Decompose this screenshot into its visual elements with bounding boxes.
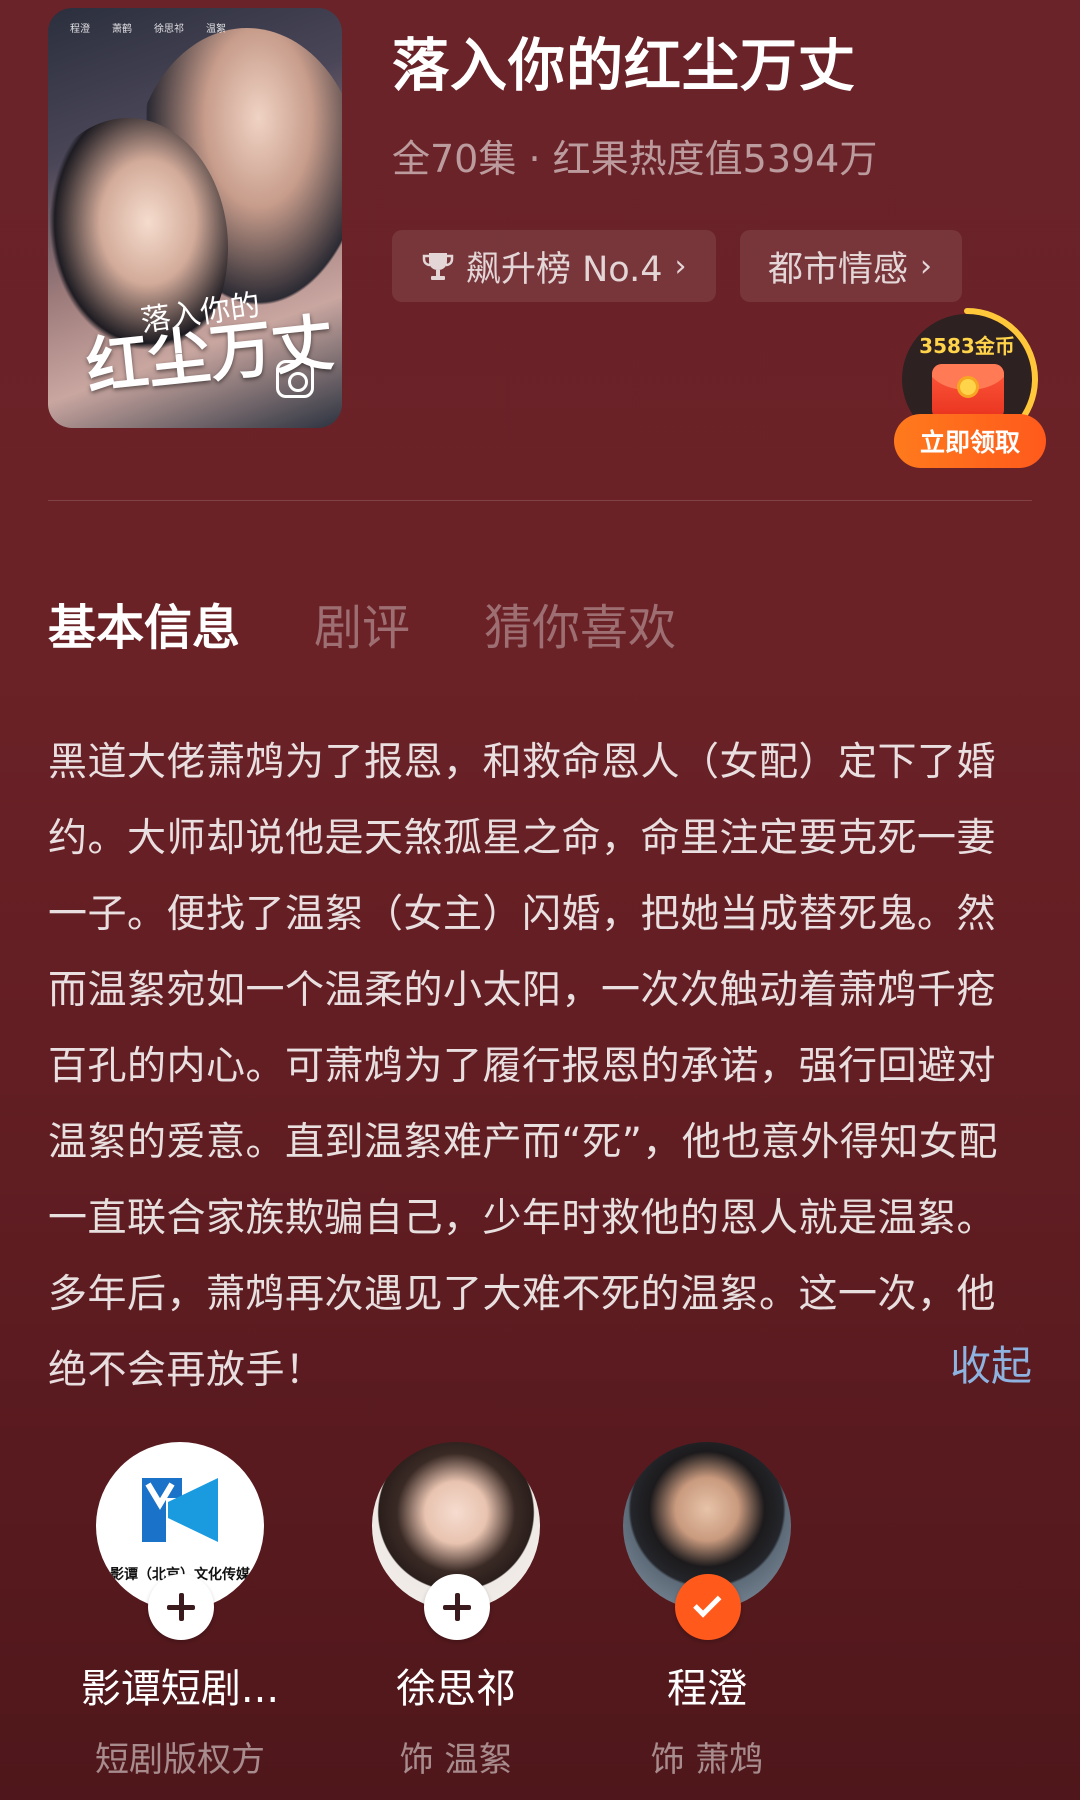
tab-basic-info[interactable]: 基本信息 — [48, 588, 240, 658]
avatar[interactable]: 影谭（北京）文化传媒 — [96, 1442, 264, 1640]
producer-logo-mark — [142, 1478, 218, 1542]
poster-credit: 徐思祁 — [154, 24, 184, 35]
cast-role: 短剧版权方 — [95, 1740, 265, 1780]
episode-count: 全70集 — [392, 137, 517, 181]
cast-name: 影谭短剧... — [80, 1666, 280, 1712]
meta-line: 全70集 · 红果热度值5394万 — [392, 128, 877, 183]
rank-chip-label: 飙升榜 No.4 — [466, 249, 663, 290]
cast-item-actress[interactable]: 徐思祁 饰 温絮 — [331, 1442, 581, 1781]
rank-chip[interactable]: 飙升榜 No.4 › — [392, 230, 716, 302]
coin-balance: 3583金币 — [919, 334, 1015, 358]
poster-credit: 萧鹤 — [112, 24, 132, 35]
collapse-link[interactable]: 收起 — [950, 1332, 1032, 1392]
cast-item-actor[interactable]: 程澄 饰 萧鸩 — [582, 1442, 832, 1781]
meta-separator: · — [528, 137, 541, 181]
poster-credits: 程澄 萧鹤 徐思祁 温絮 — [70, 20, 226, 35]
genre-chip[interactable]: 都市情感 › — [740, 230, 962, 302]
coin-reward-widget[interactable]: 3583金币 立即领取 — [894, 306, 1046, 468]
plus-icon — [167, 1593, 195, 1621]
check-icon — [693, 1589, 722, 1618]
envelope-seal — [957, 376, 979, 398]
follow-button[interactable] — [424, 1574, 490, 1640]
detail-tabs: 基本信息 剧评 猜你喜欢 — [48, 588, 750, 658]
poster-credit: 程澄 — [70, 24, 90, 35]
tab-recommendations[interactable]: 猜你喜欢 — [484, 588, 676, 658]
synopsis-text: 黑道大佬萧鸩为了报恩，和救命恩人（女配）定下了婚约。大师却说他是天煞孤星之命，命… — [48, 740, 998, 1393]
red-envelope-icon — [932, 364, 1004, 420]
avatar[interactable] — [372, 1442, 540, 1640]
drama-title: 落入你的红尘万丈 — [392, 33, 856, 99]
section-divider — [48, 500, 1032, 501]
cast-row: 影谭（北京）文化传媒 影谭短剧... 短剧版权方 徐思祁 饰 温絮 程澄 饰 萧… — [0, 1442, 1080, 1782]
cast-name: 徐思祁 — [396, 1666, 516, 1712]
plus-icon — [443, 1593, 471, 1621]
claim-reward-button[interactable]: 立即领取 — [894, 414, 1046, 468]
camera-icon — [276, 360, 314, 398]
cast-role: 饰 萧鸩 — [650, 1740, 764, 1780]
cast-role: 饰 温絮 — [399, 1740, 513, 1780]
chevron-right-icon: › — [920, 248, 933, 284]
heat-value: 红果热度值5394万 — [552, 137, 878, 181]
tab-reviews[interactable]: 剧评 — [314, 588, 410, 658]
cast-name: 程澄 — [667, 1666, 747, 1712]
drama-poster[interactable]: 程澄 萧鹤 徐思祁 温絮 落入你的 红尘万丈 — [48, 8, 342, 428]
cast-item-producer[interactable]: 影谭（北京）文化传媒 影谭短剧... 短剧版权方 — [55, 1442, 305, 1781]
followed-badge[interactable] — [675, 1574, 741, 1640]
trophy-icon — [420, 248, 456, 284]
chevron-right-icon: › — [674, 248, 687, 284]
genre-chip-label: 都市情感 — [768, 249, 909, 290]
follow-button[interactable] — [148, 1574, 214, 1640]
avatar[interactable] — [623, 1442, 791, 1640]
poster-credit: 温絮 — [206, 24, 226, 35]
